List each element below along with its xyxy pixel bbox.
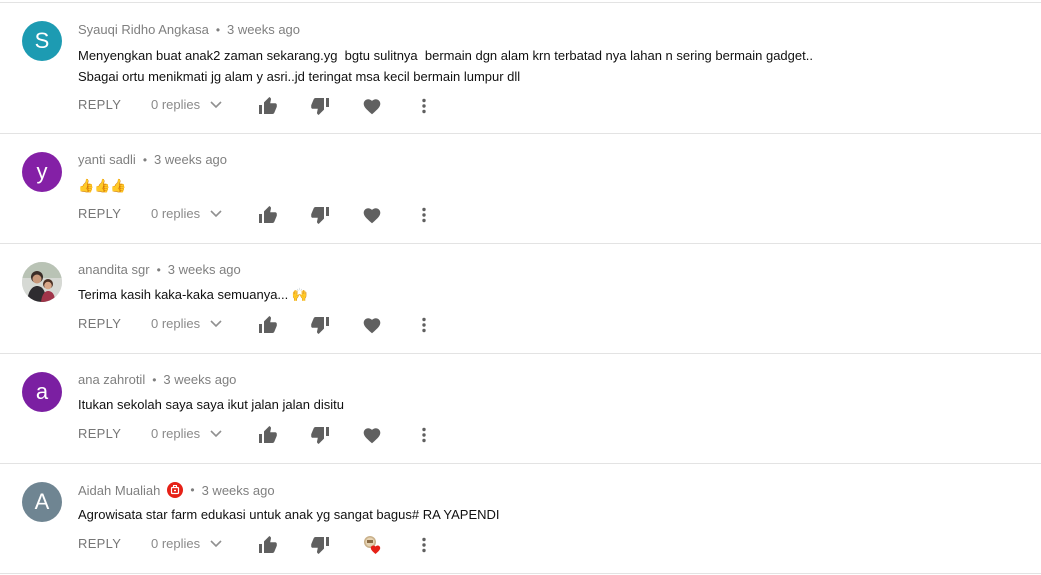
- comment-author[interactable]: Aidah Mualiah: [78, 483, 160, 498]
- channel-badge-icon: [167, 482, 184, 498]
- chevron-down-icon: [210, 316, 222, 331]
- replies-toggle[interactable]: 0 replies: [151, 426, 222, 441]
- heart-icon[interactable]: [360, 203, 384, 227]
- comment-time[interactable]: 3 weeks ago: [227, 22, 300, 37]
- comment-text: 👍👍👍: [78, 175, 127, 196]
- reply-button[interactable]: REPLY: [78, 206, 121, 221]
- heart-icon[interactable]: [360, 313, 384, 337]
- more-vert-icon[interactable]: [412, 203, 436, 227]
- comment-item: y yanti sadli • 3 weeks ago 👍👍👍 REPLY 0 …: [0, 134, 1041, 244]
- comment-actions: REPLY 0 replies: [0, 203, 1041, 227]
- comment-actions: REPLY 0 replies: [0, 94, 1041, 118]
- comment-time[interactable]: 3 weeks ago: [163, 372, 236, 387]
- avatar[interactable]: [22, 262, 62, 302]
- reply-button[interactable]: REPLY: [78, 536, 121, 551]
- comment-text-line: Menyengkan buat anak2 zaman sekarang.yg …: [78, 48, 813, 63]
- thumb-down-icon[interactable]: [308, 94, 332, 118]
- replies-count: 0 replies: [151, 426, 201, 441]
- more-vert-icon[interactable]: [412, 423, 436, 447]
- avatar[interactable]: S: [22, 21, 62, 61]
- replies-count: 0 replies: [151, 206, 201, 221]
- comment-item: anandita sgr • 3 weeks ago Terima kasih …: [0, 244, 1041, 354]
- comment-text: Menyengkan buat anak2 zaman sekarang.yg …: [78, 45, 813, 87]
- thumb-down-icon[interactable]: [308, 423, 332, 447]
- creator-heart-icon[interactable]: [360, 533, 384, 557]
- heart-icon[interactable]: [360, 423, 384, 447]
- comment-text: Agrowisata star farm edukasi untuk anak …: [78, 504, 500, 525]
- replies-count: 0 replies: [151, 536, 201, 551]
- comment-text: Itukan sekolah saya saya ikut jalan jala…: [78, 394, 344, 415]
- more-vert-icon[interactable]: [412, 313, 436, 337]
- replies-toggle[interactable]: 0 replies: [151, 536, 222, 551]
- comment-author[interactable]: ana zahrotil: [78, 372, 145, 387]
- chevron-down-icon: [210, 97, 222, 112]
- comment-text-line: Terima kasih kaka-kaka semuanya... 🙌: [78, 287, 309, 302]
- comment-text: Terima kasih kaka-kaka semuanya... 🙌: [78, 284, 308, 305]
- chevron-down-icon: [210, 206, 222, 221]
- reply-button[interactable]: REPLY: [78, 426, 121, 441]
- more-vert-icon[interactable]: [412, 94, 436, 118]
- thumb-up-icon[interactable]: [256, 203, 280, 227]
- comment-text-line: 👍👍👍: [78, 178, 127, 193]
- reply-button[interactable]: REPLY: [78, 316, 121, 331]
- comment-actions: REPLY 0 replies: [0, 423, 1041, 447]
- avatar[interactable]: A: [22, 482, 62, 522]
- comment-author[interactable]: anandita sgr: [78, 262, 150, 277]
- comment-item: S Syauqi Ridho Angkasa • 3 weeks ago Men…: [0, 2, 1041, 134]
- avatar[interactable]: y: [22, 152, 62, 192]
- heart-icon[interactable]: [360, 94, 384, 118]
- thumb-up-icon[interactable]: [256, 313, 280, 337]
- replies-toggle[interactable]: 0 replies: [151, 206, 222, 221]
- thumb-down-icon[interactable]: [308, 533, 332, 557]
- comment-author[interactable]: yanti sadli: [78, 152, 136, 167]
- reply-button[interactable]: REPLY: [78, 97, 121, 112]
- meta-separator: •: [142, 152, 148, 167]
- meta-separator: •: [190, 483, 195, 497]
- chevron-down-icon: [210, 536, 222, 551]
- replies-toggle[interactable]: 0 replies: [151, 316, 222, 331]
- meta-separator: •: [152, 372, 157, 387]
- meta-separator: •: [156, 262, 161, 277]
- thumb-up-icon[interactable]: [256, 94, 280, 118]
- chevron-down-icon: [210, 426, 222, 441]
- thumb-down-icon[interactable]: [308, 203, 332, 227]
- thumb-up-icon[interactable]: [256, 533, 280, 557]
- avatar[interactable]: a: [22, 372, 62, 412]
- replies-toggle[interactable]: 0 replies: [151, 97, 222, 112]
- more-vert-icon[interactable]: [412, 533, 436, 557]
- replies-count: 0 replies: [151, 316, 201, 331]
- comment-time[interactable]: 3 weeks ago: [154, 152, 227, 167]
- comment-item: A Aidah Mualiah • 3 weeks ago Agrowisata…: [0, 464, 1041, 574]
- comment-text-line: Agrowisata star farm edukasi untuk anak …: [78, 507, 500, 522]
- comment-item: a ana zahrotil • 3 weeks ago Itukan seko…: [0, 354, 1041, 464]
- avatar-photo: [22, 262, 62, 302]
- meta-separator: •: [215, 22, 221, 37]
- comment-actions: REPLY 0 replies: [0, 313, 1041, 337]
- comment-time[interactable]: 3 weeks ago: [202, 483, 275, 498]
- comment-time[interactable]: 3 weeks ago: [168, 262, 241, 277]
- comment-text-line: Sbagai ortu menikmati jg alam y asri..jd…: [78, 69, 521, 84]
- comment-author[interactable]: Syauqi Ridho Angkasa: [78, 22, 209, 37]
- replies-count: 0 replies: [151, 97, 201, 112]
- thumb-up-icon[interactable]: [256, 423, 280, 447]
- comment-actions: REPLY 0 replies: [0, 533, 1041, 557]
- comment-text-line: Itukan sekolah saya saya ikut jalan jala…: [78, 397, 344, 412]
- thumb-down-icon[interactable]: [308, 313, 332, 337]
